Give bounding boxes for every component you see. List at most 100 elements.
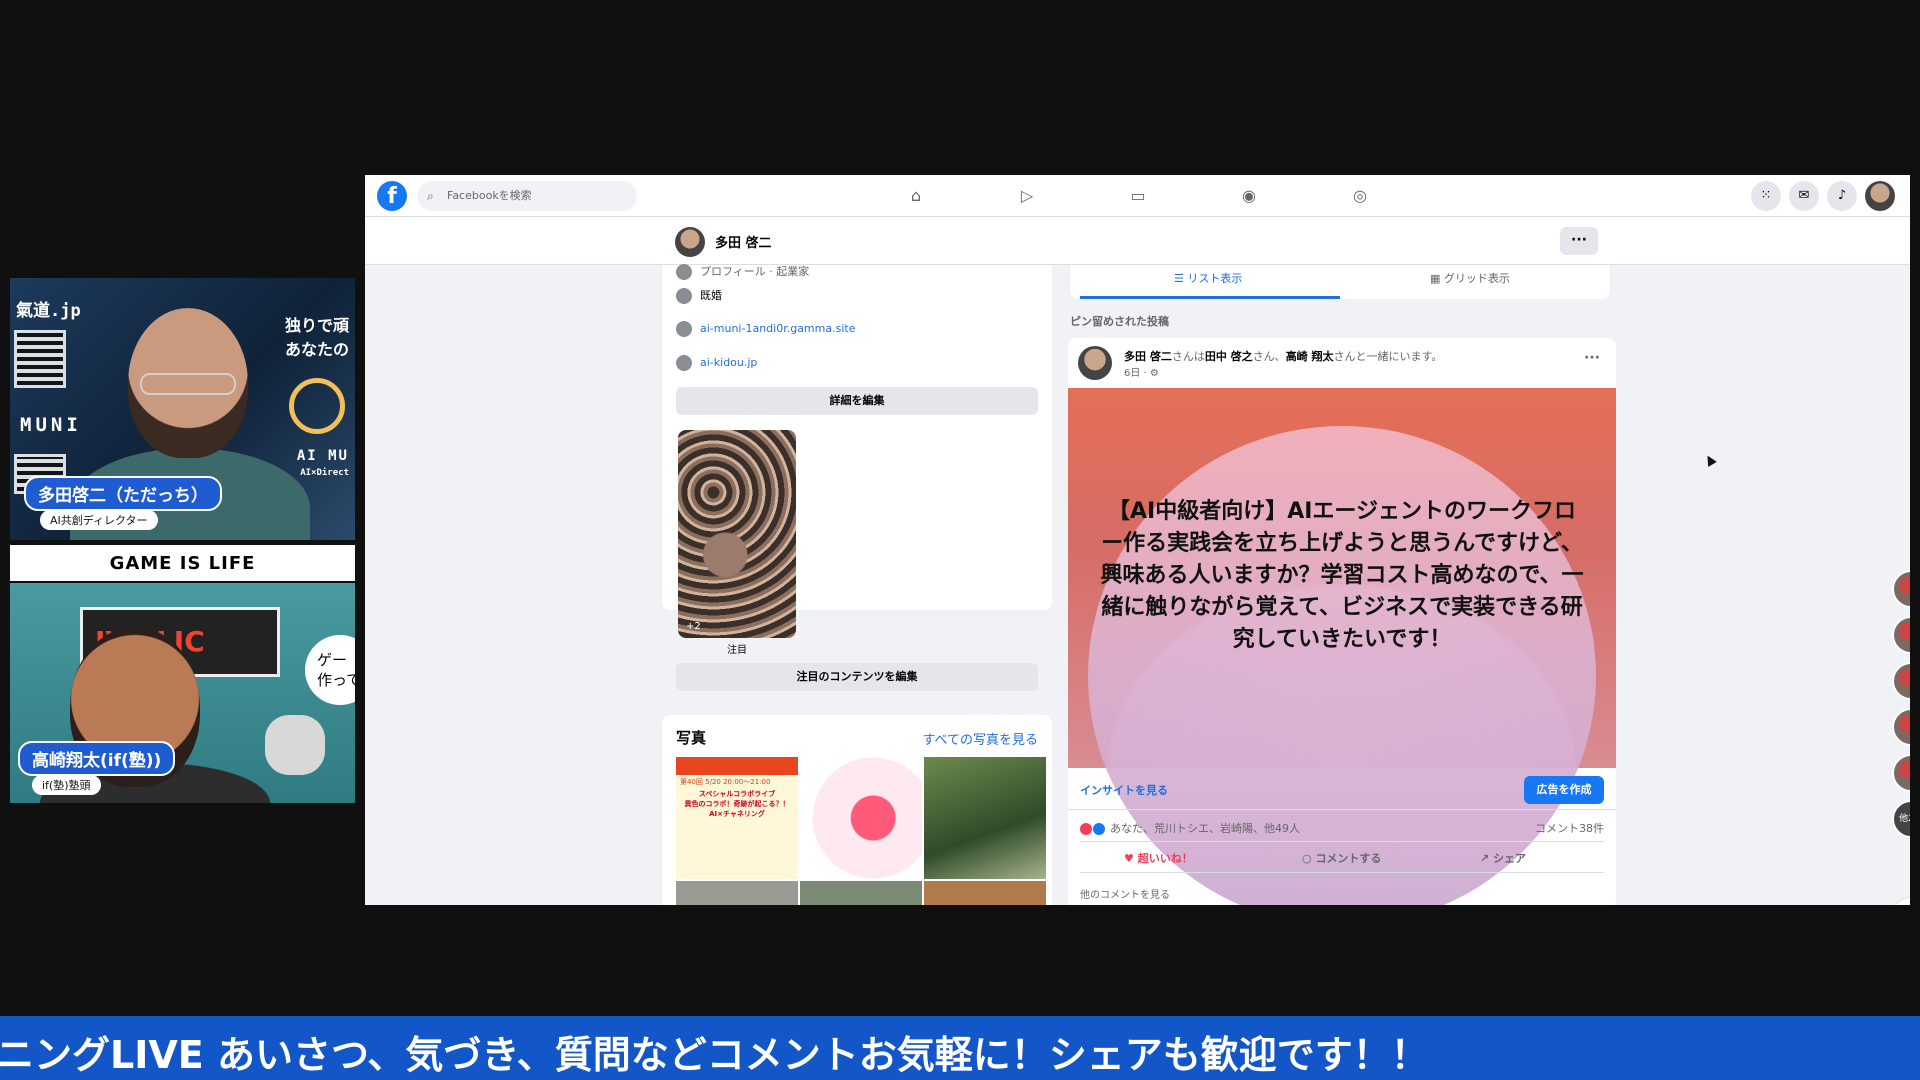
edit-featured-button[interactable]: 注目のコンテンツを編集 (676, 663, 1038, 691)
top-nav: f ⌕ Facebookを検索 ⌂ ▷ ▭ ◉ ◎ ⁙ ✉ ♪ (365, 175, 1910, 217)
featured-count: +2 (686, 621, 701, 632)
featured-label: 注目 (727, 645, 747, 656)
mouse-cursor (1703, 453, 1717, 467)
tagged-user-1[interactable]: 田中 啓之 (1205, 350, 1253, 363)
more-chats-button[interactable]: 他2件 (1892, 800, 1910, 838)
game-is-life-banner: GAME IS LIFE (10, 545, 355, 583)
account-avatar[interactable] (1865, 181, 1895, 211)
chat-head-avatar[interactable] (1892, 570, 1910, 608)
reaction-names: あなた、荒川トシエ、岩崎陽、他49人 (1110, 822, 1300, 835)
intro-row-cut: プロフィール · 起業家 (676, 263, 809, 280)
share-icon: ↗ (1480, 852, 1494, 865)
search-placeholder: Facebookを検索 (447, 189, 532, 202)
menu-grid-icon[interactable]: ⁙ (1751, 181, 1781, 211)
post-timestamp[interactable]: 6日 · ⚙ (1124, 364, 1159, 379)
facebook-logo-icon[interactable]: f (377, 181, 407, 211)
share-label: シェア (1493, 852, 1527, 865)
post-actions: ♥ 超いいね！ ○ コメントする ↗ シェア (1080, 841, 1604, 873)
pinned-post: 多田 啓二さんは田中 啓之さん、高崎 翔太さんと一緒にいます。 6日 · ⚙ ·… (1068, 338, 1616, 905)
info-icon (676, 264, 692, 280)
profile-name[interactable]: 多田 啓二 (715, 232, 772, 251)
photo-thumbnail[interactable] (924, 757, 1046, 879)
post-view-tabs: ☰ リスト表示 ▦ グリッド表示 (1070, 265, 1610, 299)
share-button[interactable]: ↗ シェア (1480, 850, 1526, 866)
intro-link-1[interactable]: ai-muni-1andi0r.gamma.site (676, 321, 855, 337)
featured-photo[interactable]: +2 (678, 430, 796, 638)
chat-head-avatar[interactable] (1892, 754, 1910, 792)
profile-sticky-bar: 多田 啓二 ··· (365, 217, 1910, 265)
qr-code-top (14, 330, 66, 388)
heart-logo (289, 378, 345, 434)
photo-thumbnail[interactable] (800, 757, 922, 879)
post-header: 多田 啓二さんは田中 啓之さん、高崎 翔太さんと一緒にいます。 (1124, 348, 1442, 364)
create-ad-button[interactable]: 広告を作成 (1524, 776, 1604, 804)
love-button[interactable]: ♥ 超いいね！ (1124, 850, 1193, 866)
post-options-button[interactable]: ··· (1584, 350, 1600, 366)
comment-button[interactable]: ○ コメントする (1302, 850, 1381, 866)
comment-icon: ○ (1302, 852, 1316, 865)
bg-text-catch: 独りで頑 あなたの (284, 316, 349, 359)
new-message-icon[interactable]: ✎ (1892, 898, 1910, 905)
edit-details-button[interactable]: 詳細を編集 (676, 387, 1038, 415)
figurine (265, 715, 325, 775)
intro-card: プロフィール · 起業家 既婚 ai-muni-1andi0r.gamma.si… (662, 263, 1052, 691)
webcam-guest: GAME IS LIFE IV ELIC ゲー 作って 高崎翔太(if(塾)) … (10, 545, 355, 803)
post-sep-text: さん、 (1252, 350, 1286, 363)
host-name-tag: 多田啓二（ただっち） (24, 476, 222, 511)
like-reaction-icon (1093, 823, 1105, 835)
home-icon[interactable]: ⌂ (905, 185, 927, 207)
groups-icon[interactable]: ◉ (1238, 185, 1260, 207)
search-icon: ⌕ (427, 189, 434, 203)
photos-card: 写真 すべての写真を見る 第40回 5/20 20:00〜21:00 スペシャル… (662, 715, 1052, 905)
pinned-posts-label: ピン留めされた投稿 (1070, 315, 1169, 328)
bg-text-site: 氣道.jp (16, 301, 81, 321)
view-more-comments-link[interactable]: 他のコメントを見る (1080, 886, 1170, 901)
messenger-icon[interactable]: ✉ (1789, 181, 1819, 211)
search-input[interactable]: ⌕ Facebookを検索 (417, 181, 637, 211)
post-suffix-text: さんと一緒にいます。 (1333, 350, 1443, 363)
profile-more-button[interactable]: ··· (1560, 227, 1598, 255)
post-image-text: 【AI中級者向け】AIエージェントのワークフロー作る実践会を立ち上げようと思うん… (1100, 499, 1584, 652)
webcam-host: 氣道.jp 独りで頑 あなたの MUNI AI MU AI×Direct 多田啓… (10, 278, 355, 540)
photo-thumbnail[interactable] (800, 881, 922, 905)
marketplace-icon[interactable]: ▭ (1127, 185, 1149, 207)
ticker-text: ニングLIVE あいさつ、気づき、質問などコメントお気軽に！シェアも歓迎です！！ (0, 1033, 1429, 1077)
photo-thumbnail[interactable] (676, 881, 798, 905)
photo-thumbnail[interactable] (924, 881, 1046, 905)
comment-label: コメントする (1315, 852, 1382, 865)
photo-thumbnail[interactable]: 第40回 5/20 20:00〜21:00 スペシャルコラボライブ 異色のコラボ… (676, 757, 798, 879)
chat-head-avatar[interactable] (1892, 708, 1910, 746)
photo-event-title: スペシャルコラボライブ 異色のコラボ！奇跡が起こる？！ AI×チャネリング (684, 790, 790, 818)
post-author[interactable]: 多田 啓二 (1124, 350, 1172, 363)
heart-icon (676, 288, 692, 304)
love-reaction-icon (1080, 823, 1092, 835)
reaction-summary[interactable]: あなた、荒川トシエ、岩崎陽、他49人 (1080, 820, 1300, 836)
profile-avatar[interactable] (675, 227, 705, 257)
view-insights-link[interactable]: インサイトを見る (1080, 782, 1168, 798)
live-ticker: ニングLIVE あいさつ、気づき、質問などコメントお気軽に！シェアも歓迎です！！ (0, 1016, 1920, 1080)
gaming-icon[interactable]: ◎ (1349, 185, 1371, 207)
bg-text-aimu: AI MU (296, 448, 349, 464)
photo-event-date: 第40回 5/20 20:00〜21:00 (680, 778, 771, 786)
notifications-bell-icon[interactable]: ♪ (1827, 181, 1857, 211)
video-icon[interactable]: ▷ (1016, 185, 1038, 207)
photos-title: 写真 (676, 729, 707, 747)
tab-list-view[interactable]: ☰ リスト表示 (1174, 270, 1242, 286)
globe-icon (676, 355, 692, 371)
tagged-user-2[interactable]: 高崎 翔太 (1286, 350, 1334, 363)
intro-link-2[interactable]: ai-kidou.jp (676, 355, 757, 371)
host-title-tag: AI共創ディレクター (40, 510, 158, 530)
comment-count[interactable]: コメント38件 (1535, 820, 1604, 836)
tab-grid-view[interactable]: ▦ グリッド表示 (1430, 270, 1510, 286)
intro-relationship: 既婚 (676, 287, 722, 304)
guest-title-tag: if(塾)塾頭 (32, 775, 101, 795)
chat-head-avatar[interactable] (1892, 662, 1910, 700)
insight-bar: インサイトを見る 広告を作成 (1068, 768, 1616, 810)
chat-head-avatar[interactable] (1892, 616, 1910, 654)
bg-text-muni: MUNI (20, 414, 82, 436)
globe-icon (676, 321, 692, 337)
post-with-text: さんは (1171, 350, 1205, 363)
post-image[interactable]: 【AI中級者向け】AIエージェントのワークフロー作る実践会を立ち上げようと思うん… (1068, 388, 1616, 905)
post-author-avatar[interactable] (1078, 346, 1112, 380)
see-all-photos-link[interactable]: すべての写真を見る (922, 729, 1038, 748)
